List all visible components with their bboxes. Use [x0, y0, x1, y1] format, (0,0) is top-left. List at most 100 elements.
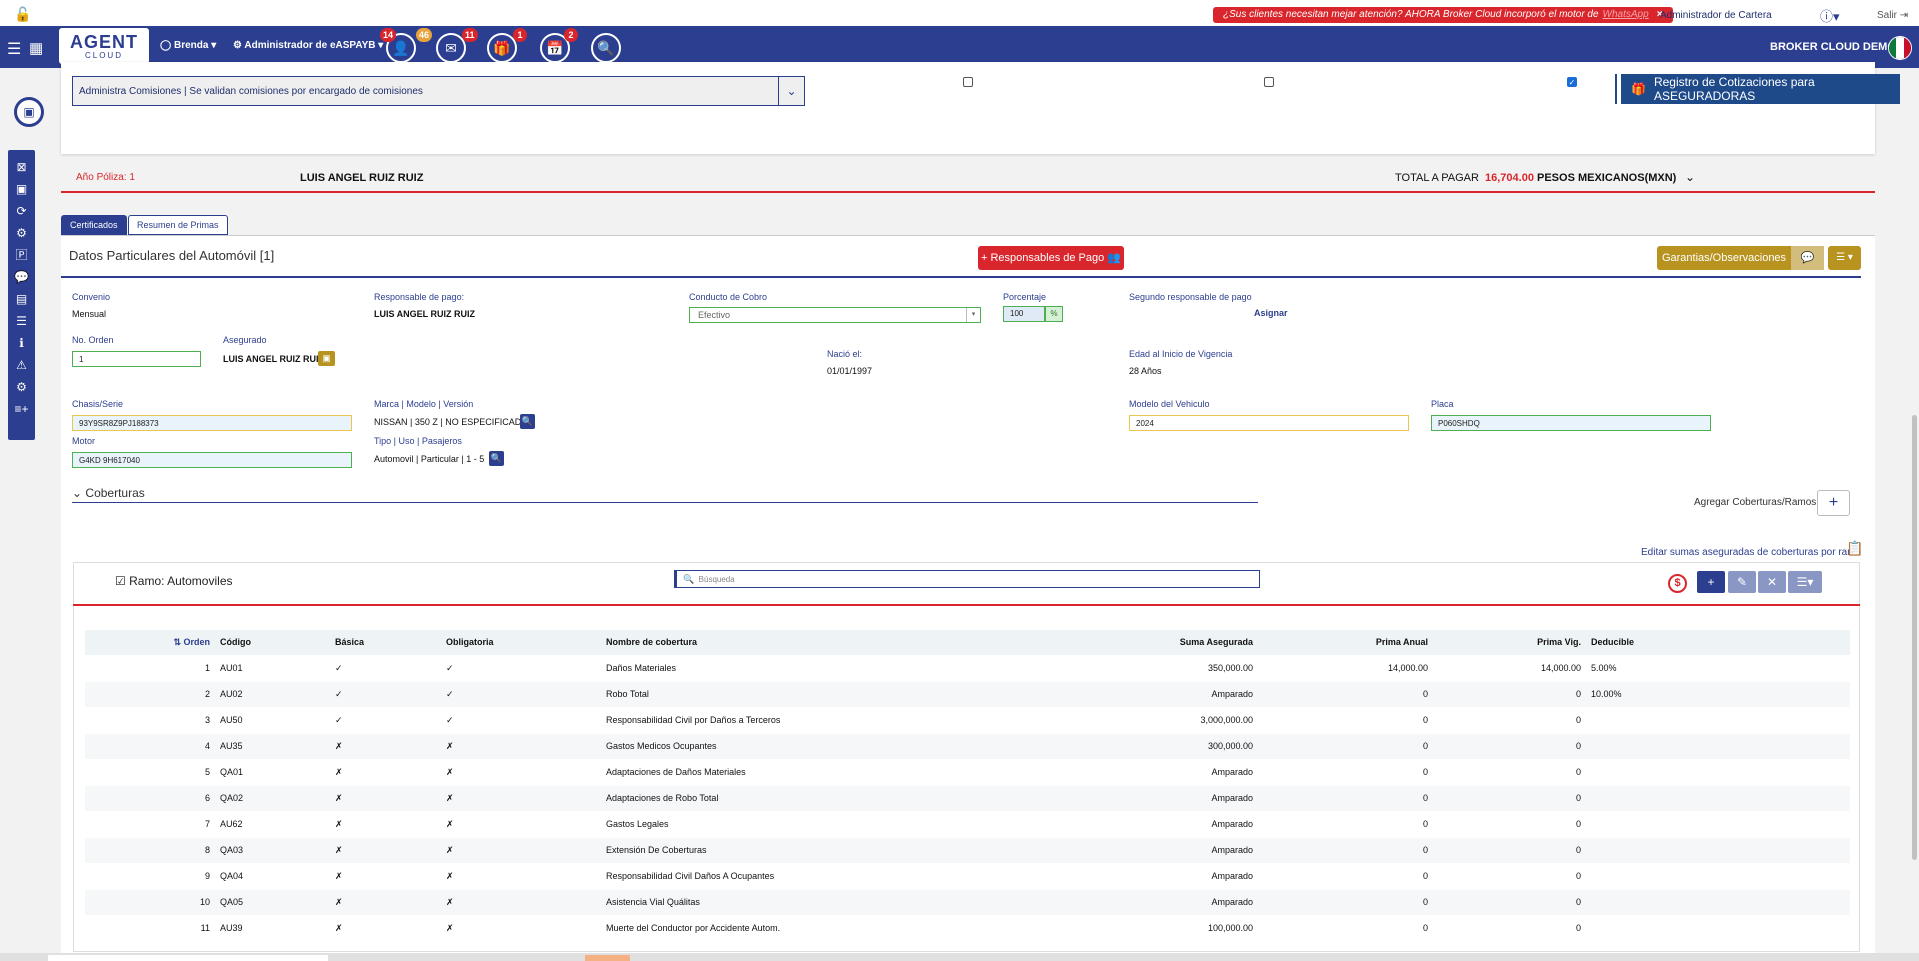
table-cell: 6 [85, 784, 215, 811]
edad-label: Edad al Inicio de Vigencia [1129, 349, 1233, 359]
edit-button[interactable]: ✎ [1728, 571, 1756, 593]
whatsapp-alert-banner[interactable]: ¿Sus clientes necesitan mejar atención? … [1213, 7, 1673, 23]
refresh-icon[interactable]: ⟳ [16, 200, 26, 222]
coberturas-toggle[interactable]: ⌄ Coberturas [72, 486, 145, 500]
table-row[interactable]: 4 AU35 ✗ ✗ Gastos Medicos Ocupantes 300,000.0… [85, 732, 1850, 759]
chevron-down-icon[interactable]: ⌄ [1685, 170, 1695, 184]
whatsapp-link[interactable]: WhatsApp [1603, 9, 1649, 20]
option-checkbox-1[interactable] [963, 77, 973, 87]
add-button[interactable]: + [1697, 571, 1725, 593]
id-card-icon[interactable]: ▣ [318, 351, 335, 366]
table-cell: 1 [85, 654, 215, 681]
table-row[interactable]: 9 QA04 ✗ ✗ Responsabilidad Civil Daños A Ocu… [85, 862, 1850, 889]
warning-icon[interactable]: ⚠ [16, 354, 27, 376]
column-header-prima-vig[interactable]: Prima Vig. [1433, 630, 1586, 655]
table-row[interactable]: 8 QA03 ✗ ✗ Extensión De Coberturas Amparado 0 0 [85, 836, 1850, 863]
user-menu[interactable]: ◯ Brenda ▾ [160, 40, 216, 51]
column-header-deducible[interactable]: Deducible [1586, 630, 1850, 655]
add-coverage-button[interactable]: + [1817, 490, 1850, 516]
table-cell: 3 [85, 706, 215, 733]
client-name: LUIS ANGEL RUIZ RUIZ [300, 172, 424, 184]
excel-icon[interactable]: ⊠ [16, 156, 26, 178]
orden-input[interactable]: 1 [72, 351, 201, 367]
registro-cotizaciones-button[interactable]: 🎁 Registro de Cotizaciones para ASEGURAD… [1617, 74, 1900, 104]
table-cell: Amparado [1085, 810, 1258, 837]
modelo-input[interactable]: 2024 [1129, 415, 1409, 431]
table-cell: 4 [85, 732, 215, 759]
list-icon[interactable]: ☰ [16, 310, 27, 332]
table-row[interactable]: 7 AU62 ✗ ✗ Gastos Legales Amparado 0 0 [85, 810, 1850, 837]
apps-grid-icon[interactable]: ▦ [29, 39, 43, 57]
admin-cartera-link[interactable]: Administrador de Cartera [1660, 10, 1772, 21]
table-cell: Amparado [1085, 784, 1258, 811]
option-checkbox-3[interactable]: ✓ [1567, 77, 1577, 87]
responsable-value: LUIS ANGEL RUIZ RUIZ [374, 309, 475, 319]
search-input[interactable]: 🔍 Búsqueda [674, 570, 1260, 588]
column-header-basica[interactable]: Básica [330, 630, 441, 655]
porcentaje-input[interactable]: 100 [1003, 306, 1045, 322]
logout-link[interactable]: Salir ⇥ [1877, 10, 1908, 21]
convenio-value: Mensual [72, 309, 107, 319]
column-header-orden[interactable]: ⇅ Orden [85, 630, 215, 655]
unlock-icon[interactable]: 🔓 [14, 6, 31, 23]
asignar-link[interactable]: Asignar [1254, 308, 1288, 318]
option-checkbox-2[interactable] [1264, 77, 1274, 87]
column-header-nombre[interactable]: Nombre de cobertura [601, 630, 1085, 655]
percent-addon: % [1045, 306, 1063, 322]
chat-icon[interactable]: 💬 [14, 266, 29, 288]
table-row[interactable]: 3 AU50 ✓ ✓ Responsabilidad Civil por Daños a… [85, 706, 1850, 733]
table-cell: Adaptaciones de Robo Total [601, 784, 1085, 811]
responsables-pago-button[interactable]: + Responsables de Pago 👥 [978, 246, 1124, 270]
column-header-prima-anual[interactable]: Prima Anual [1258, 630, 1433, 655]
chasis-input[interactable]: 93Y9SR8Z9PJ188373 [72, 415, 352, 431]
document-icon[interactable]: ▤ [16, 288, 27, 310]
image-icon[interactable]: ▣ [16, 178, 27, 200]
delete-button[interactable]: ✕ [1758, 571, 1786, 593]
table-cell: Asistencia Vial Quálitas [601, 888, 1085, 915]
options-menu-button[interactable]: ☰ ▾ [1828, 246, 1861, 270]
column-header-obligatoria[interactable]: Obligatoria [441, 630, 601, 655]
clipboard-icon[interactable]: 📋 [1846, 540, 1863, 557]
horizontal-scrollbar[interactable] [0, 953, 1919, 961]
tab-resumen-primas[interactable]: Resumen de Primas [128, 215, 228, 235]
table-row[interactable]: 10 QA05 ✗ ✗ Asistencia Vial Quálitas Amparado… [85, 888, 1850, 915]
table-cell: 0 [1258, 784, 1433, 811]
menu-icon[interactable]: ☰ [7, 39, 21, 59]
table-cell: ✗ [441, 862, 601, 889]
id-card-icon[interactable]: ▣ [14, 97, 44, 127]
search-icon[interactable]: 🔍 [489, 451, 504, 466]
column-header-suma[interactable]: Suma Asegurada [1085, 630, 1258, 655]
table-row[interactable]: 2 AU02 ✓ ✓ Robo Total Amparado 0 0 10.00% [85, 680, 1850, 707]
column-header-codigo[interactable]: Código [215, 630, 330, 655]
motor-input[interactable]: G4KD 9H617040 [72, 452, 352, 468]
table-row[interactable]: 5 QA01 ✗ ✗ Adaptaciones de Daños Materiales A… [85, 758, 1850, 785]
search-icon[interactable]: 🔍 [520, 414, 535, 429]
user-search-icon[interactable]: 🔍 [591, 33, 621, 63]
role-menu[interactable]: ⚙ Administrador de eASPAYB ▾ [233, 40, 383, 51]
table-cell: 0 [1258, 680, 1433, 707]
table-row[interactable]: 1 AU01 ✓ ✓ Daños Materiales 350,000.00 14,000.… [85, 654, 1850, 681]
table-row[interactable]: 6 QA02 ✗ ✗ Adaptaciones de Robo Total Amparad… [85, 784, 1850, 811]
garantias-button[interactable]: Garantias/Observaciones [1657, 246, 1791, 270]
settings-icon[interactable]: ⚙ [16, 376, 27, 398]
policy-icon[interactable]: 🄿 [15, 244, 27, 266]
conducto-select[interactable]: Efectivo ▾ [689, 307, 981, 323]
mexico-flag-icon[interactable] [1888, 36, 1912, 60]
table-cell: ✗ [441, 758, 601, 785]
add-list-icon[interactable]: ≡+ [14, 398, 28, 420]
dollar-icon[interactable]: $ [1668, 574, 1687, 593]
agent-cloud-logo[interactable]: AGENT CLOUD [59, 28, 149, 64]
info-icon[interactable]: ℹ [19, 332, 24, 354]
table-row[interactable]: 11 AU39 ✗ ✗ Muerte del Conductor por Acciden… [85, 914, 1850, 941]
logo-sub-text: CLOUD [84, 50, 123, 60]
tab-certificados[interactable]: Certificados [61, 215, 127, 235]
table-cell: Amparado [1085, 888, 1258, 915]
gears-icon[interactable]: ⚙ [16, 222, 27, 244]
scrollbar[interactable] [1912, 415, 1917, 860]
comment-icon[interactable]: 💬 [1791, 246, 1824, 270]
help-icon[interactable]: ⓘ▾ [1820, 6, 1840, 25]
commission-select[interactable]: Administra Comisiones | Se validan comis… [72, 76, 805, 106]
placa-input[interactable]: P060SHDQ [1431, 415, 1711, 431]
options-menu-button[interactable]: ☰▾ [1788, 571, 1822, 593]
editar-sumas-link[interactable]: Editar sumas aseguradas de coberturas po… [1641, 547, 1861, 558]
